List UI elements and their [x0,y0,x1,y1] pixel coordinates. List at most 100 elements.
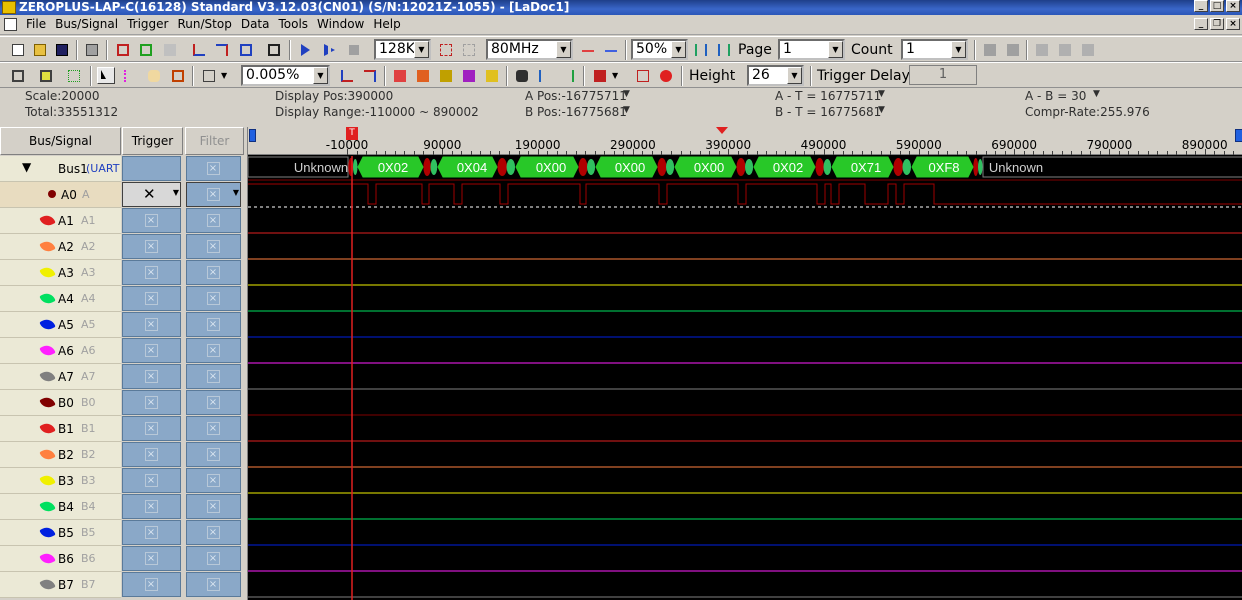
signal-color-icon[interactable] [39,342,56,359]
save-icon[interactable] [52,41,70,58]
menu-tools[interactable]: Tools [278,17,308,31]
pointer-icon[interactable] [97,67,115,84]
rate-down-icon[interactable] [601,41,619,58]
signal-row[interactable]: B3 B3 × × [0,468,247,494]
search-next-icon[interactable] [558,67,576,84]
sample-rate-select[interactable]: 80MHz ▼ [486,39,573,60]
packet-icon[interactable] [656,67,674,84]
zoom-out-icon[interactable] [360,67,378,84]
signal-color-icon[interactable] [39,212,56,229]
minimize-button[interactable]: _ [1194,0,1208,12]
signal-filter-cell[interactable]: × [186,494,241,519]
chevron-down-icon[interactable]: ▼ [878,89,885,99]
chevron-down-icon[interactable]: ▼ [611,67,621,84]
signal-row[interactable]: B5 B5 × × [0,520,247,546]
chevron-down-icon[interactable]: ▼ [623,89,630,99]
document-icon[interactable] [4,18,17,31]
signal-color-icon[interactable] [39,238,56,255]
page-next-icon[interactable] [1003,41,1021,58]
chevron-down-icon[interactable]: ▼ [1093,89,1100,99]
collapse-triangle-icon[interactable]: ▼ [22,160,31,174]
signal-filter-cell[interactable]: × [186,416,241,441]
cursor-b-marker[interactable] [1235,129,1242,142]
signal-trigger-cell[interactable]: × [122,208,181,233]
signal-color-icon[interactable] [39,550,56,567]
signal-filter-cell[interactable]: × [186,468,241,493]
bus-decode-icon[interactable] [633,67,651,84]
menu-window[interactable]: Window [317,17,364,31]
doc-restore-button[interactable]: ❐ [1210,18,1224,30]
signal-row[interactable]: B1 B1 × × [0,416,247,442]
chevron-down-icon[interactable]: ▼ [313,67,328,84]
signal-trigger-cell[interactable]: × [122,364,181,389]
binoculars-icon[interactable] [512,67,530,84]
page-select[interactable]: 1 ▼ [778,39,845,60]
bus-ungroup-icon[interactable] [136,41,154,58]
signal-trigger-cell[interactable]: × [122,546,181,571]
chevron-down-icon[interactable]: ▼ [220,67,230,84]
signal-filter-cell[interactable]: × [186,312,241,337]
signal-color-icon[interactable] [39,394,56,411]
height-select[interactable]: 26 ▼ [747,65,804,86]
run-repeat-icon[interactable] [320,41,338,58]
stop-icon[interactable] [344,41,362,58]
signal-filter-cell[interactable]: × ▼ [186,182,241,207]
bus-view-icon[interactable] [8,67,26,84]
doc-minimize-button[interactable]: _ [1194,18,1208,30]
signal-color-icon[interactable] [39,368,56,385]
count-select[interactable]: 1 ▼ [901,39,968,60]
filter-header[interactable]: Filter [185,127,244,155]
signal-color-icon[interactable] [39,472,56,489]
chevron-down-icon[interactable]: ▼ [828,41,843,58]
signal-filter-cell[interactable]: × [186,572,241,597]
run-icon[interactable] [297,41,315,58]
trigger-pos-left-icon[interactable] [691,41,709,58]
open-folder-icon[interactable] [30,41,48,58]
menu-data[interactable]: Data [241,17,270,31]
signal-row[interactable]: B0 B0 × × [0,390,247,416]
signal-row[interactable]: A2 A2 × × [0,234,247,260]
cursor-icon[interactable] [120,67,138,84]
chevron-down-icon[interactable]: ▼ [233,188,239,197]
signal-color-icon[interactable] [39,446,56,463]
signal-down-icon[interactable] [212,41,230,58]
signal-trigger-cell[interactable]: × [122,312,181,337]
signal-filter-cell[interactable]: × [186,546,241,571]
signal-edit-icon[interactable] [236,41,254,58]
signal-filter-cell[interactable]: × [186,208,241,233]
menu-bus-signal[interactable]: Bus/Signal [55,17,118,31]
trigger-header[interactable]: Trigger [122,127,183,155]
paste-page-icon[interactable] [1055,41,1073,58]
signal-row[interactable]: A3 A3 × × [0,260,247,286]
signal-filter-cell[interactable]: × [186,520,241,545]
bus-filter-cell[interactable]: × [186,156,241,181]
signal-filter-cell[interactable]: × [186,234,241,259]
signal-row[interactable]: A4 A4 × × [0,286,247,312]
zoom-in-icon[interactable] [337,67,355,84]
chevron-down-icon[interactable]: ▼ [556,41,571,58]
trigger-pos-right-icon[interactable] [714,41,732,58]
menu-run-stop[interactable]: Run/Stop [177,17,231,31]
signal-trigger-cell[interactable]: × [122,468,181,493]
cursor-all-icon[interactable] [482,67,500,84]
report-icon[interactable] [264,41,282,58]
signal-row[interactable]: B6 B6 × × [0,546,247,572]
signal-up-icon[interactable] [189,41,207,58]
signal-trigger-cell[interactable]: × [122,286,181,311]
waveform-canvas[interactable]: Unknown 0X02 0X04 0X00 0X00 0X00 0X02 0X71 0XF8 U… [248,156,1242,600]
signal-color-icon[interactable] [39,316,56,333]
close-button[interactable]: × [1226,0,1240,12]
chevron-down-icon[interactable]: ▼ [414,41,429,58]
memory-down-icon[interactable] [459,41,477,58]
signal-row[interactable]: A6 A6 × × [0,338,247,364]
waveform-view[interactable]: T -10000 90000 190000 290000 390000 490000 590… [247,127,1242,600]
signal-trigger-cell[interactable]: × [122,260,181,285]
signal-color-icon[interactable] [39,524,56,541]
memory-depth-select[interactable]: 128K ▼ [374,39,431,60]
bus-property-icon[interactable] [160,41,178,58]
rate-up-icon[interactable] [578,41,596,58]
grid-icon[interactable] [64,67,82,84]
bus-group-icon[interactable] [113,41,131,58]
signal-trigger-cell[interactable]: ✕ ▼ [122,182,181,207]
state-view-icon[interactable] [36,67,54,84]
